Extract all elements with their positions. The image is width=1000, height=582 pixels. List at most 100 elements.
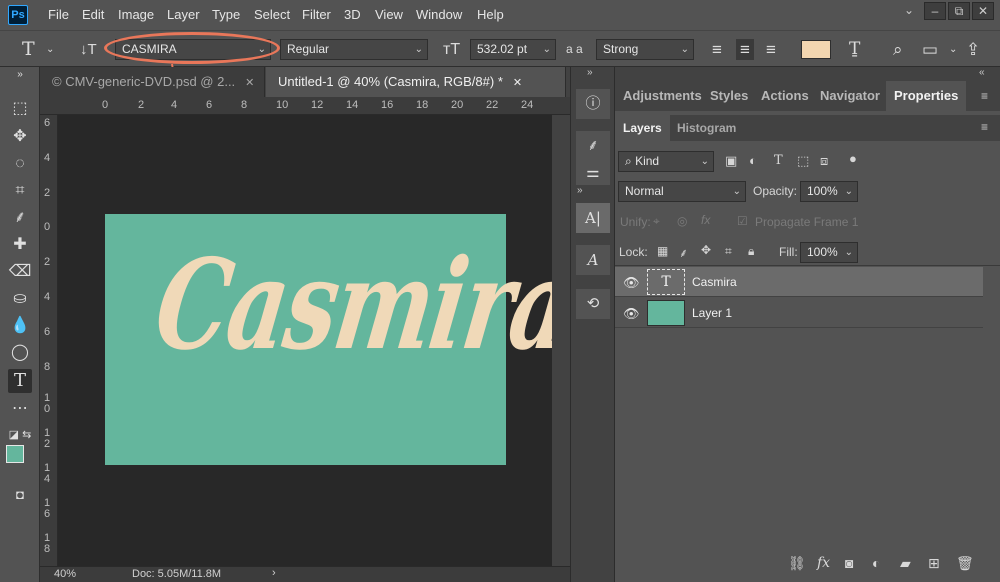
layer-row-layer-1[interactable]: 👁︎ Layer 1: [615, 298, 983, 328]
ellipse-tool-icon[interactable]: ◯: [8, 341, 32, 365]
collapse-icon[interactable]: ⌄: [898, 2, 920, 20]
more-tools-icon[interactable]: ⋯: [8, 397, 32, 421]
collapse-dock-icon[interactable]: »: [577, 185, 583, 196]
lasso-tool-icon[interactable]: ◌: [8, 152, 32, 176]
menu-window[interactable]: Window: [416, 7, 462, 22]
warp-text-icon[interactable]: Ṯ: [849, 39, 860, 60]
eraser-tool-icon[interactable]: ⌫: [8, 260, 32, 284]
filter-type-icon[interactable]: T: [774, 153, 783, 168]
filter-smart-object-icon[interactable]: ⧈: [820, 153, 828, 169]
fill-input[interactable]: 100% ⌄: [800, 242, 858, 263]
tab-styles[interactable]: Styles: [710, 81, 748, 111]
close-tab-icon[interactable]: ✕: [513, 77, 522, 89]
tab-histogram[interactable]: Histogram: [677, 115, 736, 141]
tab-layers[interactable]: Layers: [615, 115, 670, 141]
zoom-level[interactable]: 40%: [54, 568, 76, 580]
layer-mask-icon[interactable]: ◙: [845, 555, 853, 571]
foreground-color-swatch[interactable]: [6, 445, 24, 463]
layer-name[interactable]: Layer 1: [692, 306, 732, 320]
crop-tool-icon[interactable]: ⌗: [8, 179, 32, 203]
visibility-eye-icon[interactable]: 👁︎: [623, 306, 640, 322]
move-tool-icon[interactable]: ✥: [8, 125, 32, 149]
collapse-tools-icon[interactable]: »: [8, 69, 32, 81]
healing-tool-icon[interactable]: ✚: [8, 233, 32, 257]
delete-layer-icon[interactable]: 🗑︎: [956, 555, 974, 572]
menu-type[interactable]: Type: [212, 7, 240, 22]
align-right-icon[interactable]: ≡: [766, 39, 776, 60]
blend-mode-select[interactable]: Normal ⌄: [618, 181, 746, 202]
workspace-icon[interactable]: ▭: [922, 39, 938, 60]
layer-name[interactable]: Casmira: [692, 275, 737, 289]
anti-alias-select[interactable]: Strong ⌄: [596, 39, 694, 60]
filter-toggle-icon[interactable]: ●: [849, 151, 857, 166]
vertical-scrollbar[interactable]: [552, 115, 570, 567]
menu-select[interactable]: Select: [254, 7, 290, 22]
filter-pixel-icon[interactable]: ▣: [725, 153, 737, 169]
layer-style-fx-icon[interactable]: fx: [817, 555, 830, 571]
layer-filter-kind-select[interactable]: ⌕ Kind ⌄: [618, 151, 714, 172]
status-menu-arrow-icon[interactable]: ›: [272, 567, 276, 579]
workspace-chevron-icon[interactable]: ⌄: [949, 39, 957, 60]
link-layers-icon[interactable]: ⛓: [788, 555, 806, 572]
default-colors-icon[interactable]: ◪ ⇆: [8, 423, 32, 447]
layer-row-casmira[interactable]: 👁︎ T Casmira: [615, 267, 983, 297]
menu-edit[interactable]: Edit: [82, 7, 104, 22]
tool-presets-icon[interactable]: ⚌: [576, 161, 610, 185]
marquee-tool-icon[interactable]: ⬚: [8, 97, 32, 121]
font-style-select[interactable]: Regular ⌄: [280, 39, 428, 60]
share-icon[interactable]: ⇪: [966, 39, 980, 60]
brush-tool-icon[interactable]: ⸙: [8, 206, 32, 230]
lock-pixels-icon[interactable]: ⸙: [679, 244, 688, 261]
search-icon[interactable]: ⌕: [893, 39, 903, 60]
info-icon[interactable]: ⓘ: [576, 89, 610, 119]
menu-view[interactable]: View: [375, 7, 403, 22]
opacity-input[interactable]: 100% ⌄: [800, 181, 858, 202]
menu-help[interactable]: Help: [477, 7, 504, 22]
type-tool-icon[interactable]: T: [8, 369, 32, 393]
type-tool-icon[interactable]: T: [22, 39, 35, 60]
new-layer-icon[interactable]: ⊞: [928, 555, 940, 572]
layers-menu-icon[interactable]: ≡: [981, 120, 988, 134]
brush-settings-icon[interactable]: ⸙: [576, 131, 610, 161]
character-panel-icon[interactable]: A|: [576, 203, 610, 233]
lock-transparent-icon[interactable]: ▦: [657, 244, 668, 258]
adjustment-layer-icon[interactable]: ◐: [872, 555, 880, 571]
tab-navigator[interactable]: Navigator: [820, 81, 880, 111]
collapse-panels-icon[interactable]: «: [979, 67, 985, 78]
text-color-swatch[interactable]: [801, 40, 831, 59]
tab-actions[interactable]: Actions: [761, 81, 809, 111]
align-center-icon[interactable]: ≡: [736, 39, 754, 60]
menu-filter[interactable]: Filter: [302, 7, 331, 22]
tab-adjustments[interactable]: Adjustments: [623, 81, 702, 111]
history-panel-icon[interactable]: ⟲: [576, 289, 610, 319]
menu-layer[interactable]: Layer: [167, 7, 200, 22]
align-left-icon[interactable]: ≡: [712, 39, 722, 60]
quick-mask-icon[interactable]: ◘: [8, 483, 32, 507]
font-size-select[interactable]: 532.02 pt ⌄: [470, 39, 556, 60]
filter-shape-icon[interactable]: ⬚: [797, 153, 809, 169]
tab-untitled-1[interactable]: Untitled-1 @ 40% (Casmira, RGB/8#) * ✕: [266, 67, 566, 97]
tab-properties[interactable]: Properties: [886, 81, 967, 111]
canvas-text-casmira[interactable]: Casmira: [148, 232, 580, 378]
lock-position-icon[interactable]: ✥: [701, 243, 711, 257]
visibility-eye-icon[interactable]: 👁︎: [623, 275, 640, 291]
menu-file[interactable]: File: [48, 7, 69, 22]
lock-artboard-icon[interactable]: ⌗: [725, 244, 732, 259]
close-tab-icon[interactable]: ✕: [245, 77, 254, 89]
menu-image[interactable]: Image: [118, 7, 154, 22]
filter-adjustment-icon[interactable]: ◐: [749, 153, 757, 168]
text-orientation-icon[interactable]: ↓T: [80, 39, 97, 60]
paint-bucket-icon[interactable]: ⛀: [8, 287, 32, 311]
glyphs-panel-icon[interactable]: A: [576, 245, 610, 275]
collapse-dock-icon[interactable]: »: [587, 67, 593, 78]
minimize-button[interactable]: –: [924, 2, 946, 20]
lock-all-icon[interactable]: 🔒︎: [748, 244, 754, 259]
new-group-icon[interactable]: ▰: [900, 555, 911, 572]
tool-preset-chevron-icon[interactable]: ⌄: [46, 39, 54, 60]
tab-cmv-generic-dvd[interactable]: © CMV-generic-DVD.psd @ 2... ✕: [40, 67, 265, 97]
restore-button[interactable]: ⧉: [948, 2, 970, 20]
close-button[interactable]: ✕: [972, 2, 994, 20]
blur-tool-icon[interactable]: 💧: [8, 314, 32, 338]
menu-3d[interactable]: 3D: [344, 7, 361, 22]
panel-menu-icon[interactable]: ≡: [981, 89, 988, 103]
